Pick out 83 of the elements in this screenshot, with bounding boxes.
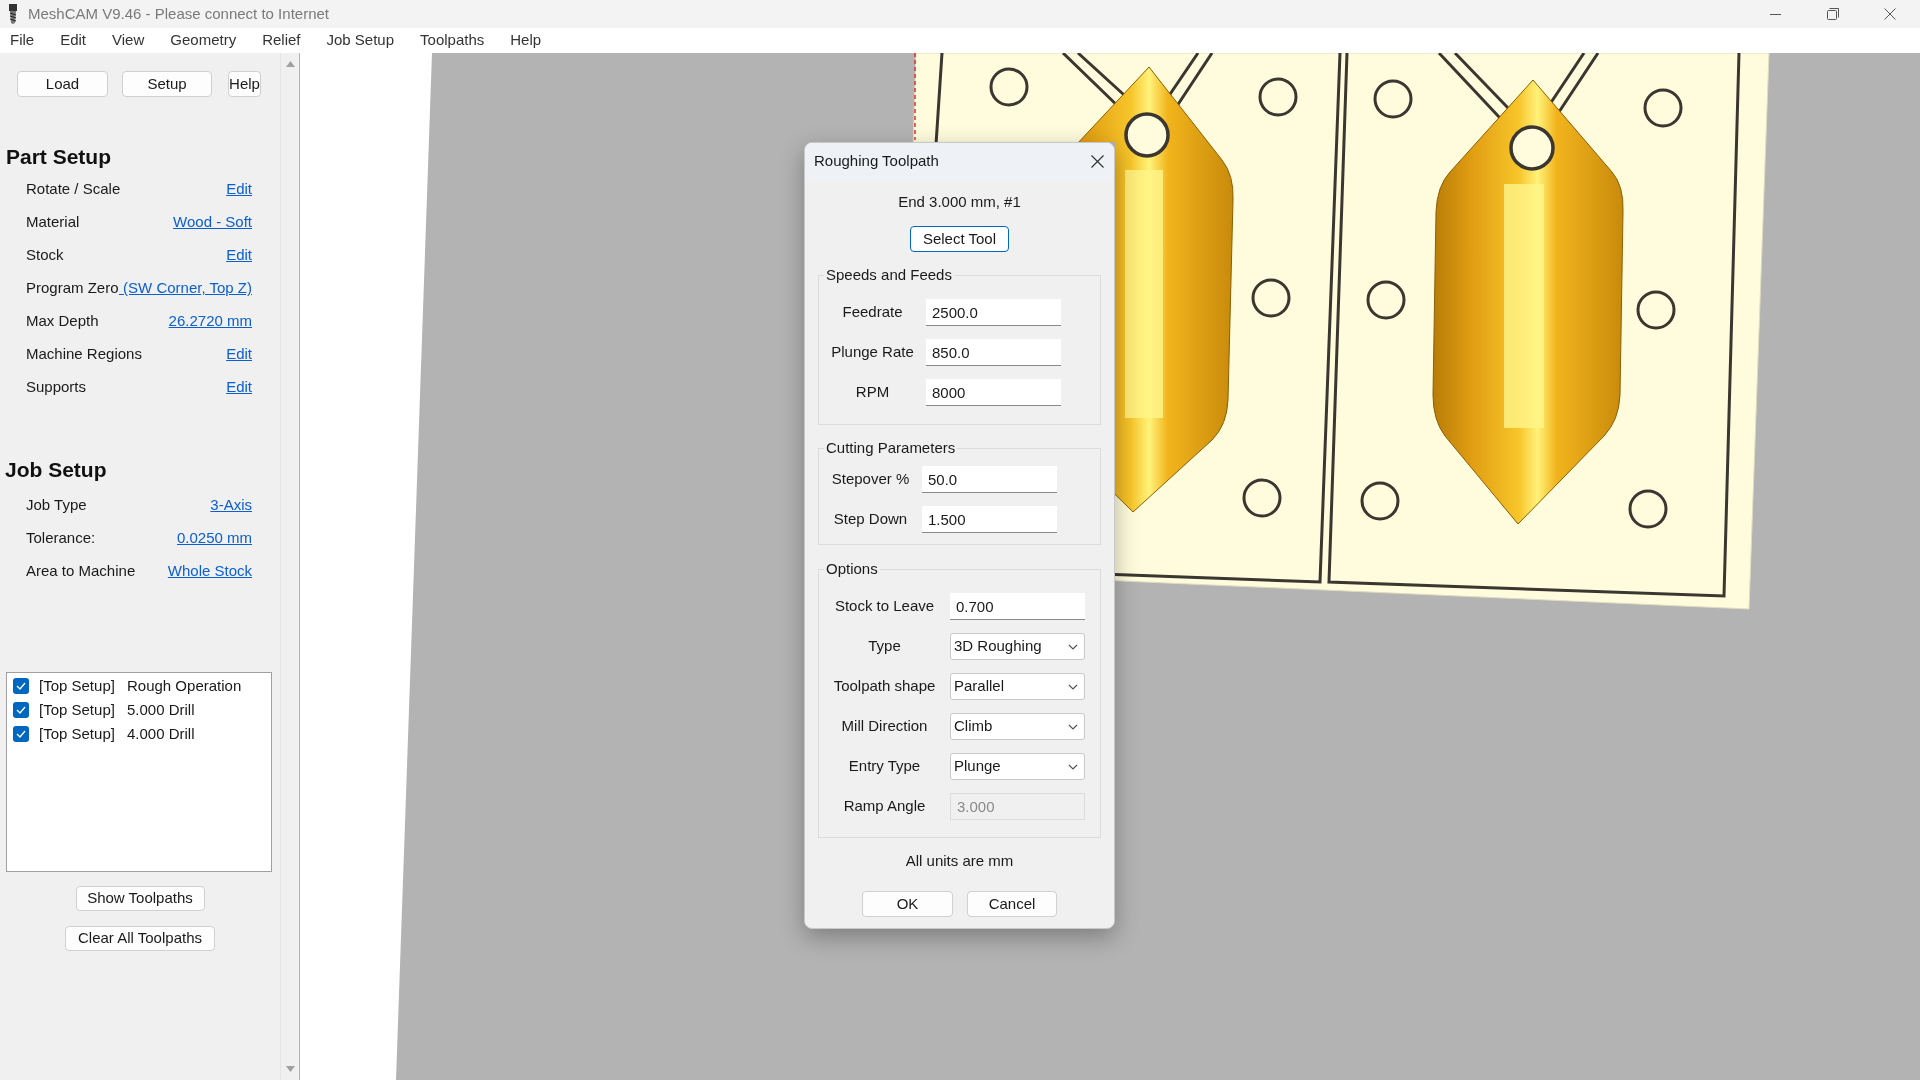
operation-item[interactable]: [Top Setup] 5.000 Drill <box>7 698 271 722</box>
check-icon <box>16 682 26 690</box>
setting-label: Program Zero <box>26 278 119 299</box>
help-button[interactable]: Help <box>228 71 261 97</box>
field-label: Plunge Rate <box>831 342 914 363</box>
window-title: MeshCAM V9.46 - Please connect to Internet <box>28 3 329 24</box>
tool-description: End 3.000 mm, #1 <box>898 193 1021 211</box>
field-label: Type <box>868 636 901 657</box>
clear-toolpaths-button[interactable]: Clear All Toolpaths <box>65 926 215 951</box>
setting-link[interactable]: Edit <box>226 376 252 399</box>
setting-label: Material <box>26 212 80 233</box>
menu-item[interactable]: Geometry <box>170 29 237 52</box>
chevron-down-icon <box>1068 763 1078 770</box>
check-icon <box>16 730 26 738</box>
setting-link[interactable]: 3-Axis <box>210 494 252 517</box>
group-title: Cutting Parameters <box>825 439 957 457</box>
field-label: Ramp Angle <box>843 796 926 817</box>
end-mill-icon <box>8 4 18 24</box>
menu-item[interactable]: Edit <box>60 29 87 52</box>
select-tool-button[interactable]: Select Tool <box>910 226 1009 252</box>
setting-link[interactable]: Whole Stock <box>167 560 252 583</box>
setting-link[interactable]: Wood - Soft <box>173 211 252 234</box>
setting-link[interactable]: Edit <box>226 343 252 366</box>
section-heading: Part Setup <box>6 144 113 170</box>
setup-button[interactable]: Setup <box>122 71 212 97</box>
setting-link[interactable]: 26.2720 mm <box>168 310 252 333</box>
ok-button[interactable]: OK <box>862 891 953 917</box>
field-label: Feedrate <box>842 302 903 323</box>
dropdown[interactable]: Plunge <box>950 753 1085 780</box>
setting-link[interactable]: Edit <box>226 178 252 201</box>
checkbox[interactable] <box>13 726 29 742</box>
menu-item[interactable]: Relief <box>262 29 301 52</box>
setting-label: Max Depth <box>26 311 99 332</box>
menu-item[interactable]: Job Setup <box>326 29 395 52</box>
setting-label: Machine Regions <box>26 344 142 365</box>
menu-item[interactable]: Toolpaths <box>420 29 485 52</box>
check-icon <box>16 706 26 714</box>
input-field[interactable]: 8000 <box>926 379 1061 406</box>
group-title: Speeds and Feeds <box>825 266 953 284</box>
show-toolpaths-button[interactable]: Show Toolpaths <box>75 886 205 911</box>
field-label: Entry Type <box>848 756 921 777</box>
close-icon[interactable] <box>1091 155 1104 168</box>
group-title: Options <box>825 560 879 578</box>
dropdown[interactable]: Parallel <box>950 673 1085 700</box>
setting-label: Job Type <box>26 495 87 516</box>
input-field[interactable]: 850.0 <box>926 339 1061 366</box>
setting-label: Tolerance: <box>26 528 96 549</box>
chevron-down-icon <box>1068 643 1078 650</box>
checkbox[interactable] <box>13 678 29 694</box>
chevron-down-icon <box>1068 683 1078 690</box>
cancel-button[interactable]: Cancel <box>967 891 1057 917</box>
field-label: Toolpath shape <box>833 676 936 697</box>
section-heading: Job Setup <box>5 457 108 483</box>
chevron-down-icon <box>1068 723 1078 730</box>
scroll-down-icon[interactable] <box>285 1066 295 1072</box>
field-label: RPM <box>855 382 890 403</box>
dropdown[interactable]: Climb <box>950 713 1085 740</box>
input-field[interactable]: 0.700 <box>950 593 1085 620</box>
setting-label: Stock <box>26 245 64 266</box>
load-button[interactable]: Load <box>17 71 108 97</box>
setting-link[interactable]: (SW Corner, Top Z) <box>118 277 252 300</box>
setting-link[interactable]: Edit <box>226 244 252 267</box>
field-label: Stock to Leave <box>834 596 935 617</box>
input-field[interactable]: 50.0 <box>922 466 1057 493</box>
field-label: Step Down <box>833 509 908 530</box>
menu-item[interactable]: File <box>10 29 35 52</box>
field-label: Mill Direction <box>841 716 928 737</box>
dropdown[interactable]: 3D Roughing <box>950 633 1085 660</box>
operation-item[interactable]: [Top Setup] Rough Operation <box>7 674 271 698</box>
checkbox[interactable] <box>13 702 29 718</box>
setting-label: Area to Machine <box>26 561 136 582</box>
units-note: All units are mm <box>905 852 1014 870</box>
menu-item[interactable]: View <box>112 29 145 52</box>
dialog-title: Roughing Toolpath <box>814 151 939 172</box>
setting-label: Supports <box>26 377 87 398</box>
scroll-up-icon[interactable] <box>285 61 295 67</box>
setting-link[interactable]: 0.0250 mm <box>176 527 252 550</box>
operation-item[interactable]: [Top Setup] 4.000 Drill <box>7 722 271 746</box>
field-label: Stepover % <box>831 469 910 490</box>
input-field[interactable]: 2500.0 <box>926 299 1061 326</box>
input-field[interactable]: 1.500 <box>922 506 1057 533</box>
setting-label: Rotate / Scale <box>26 179 121 200</box>
menu-item[interactable]: Help <box>510 29 542 52</box>
